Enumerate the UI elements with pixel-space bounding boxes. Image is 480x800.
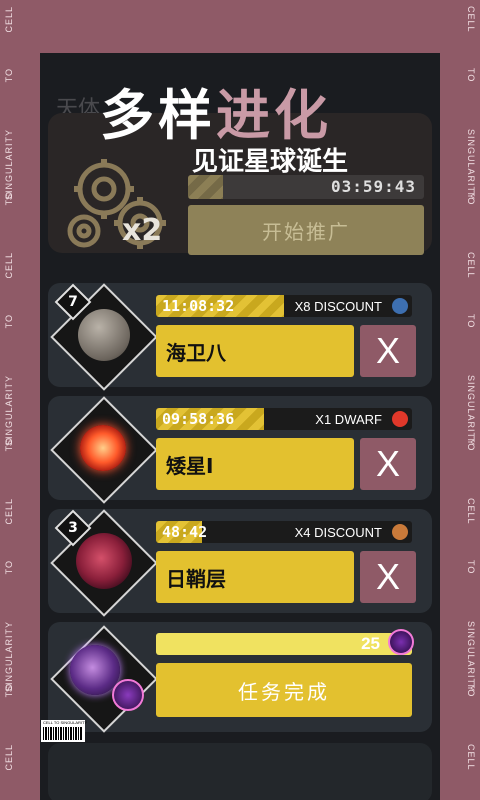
frame-word: CELL — [466, 744, 476, 771]
frame-word: TO — [466, 559, 476, 575]
top-timer-bar: 03:59:43 — [188, 175, 424, 199]
red-dwarf-icon — [80, 425, 126, 471]
frame-word: TO — [466, 313, 476, 329]
planet-dot-icon — [392, 411, 408, 427]
page-subtitle: 见证星球诞生 — [192, 147, 349, 177]
frame-word: TO — [466, 67, 476, 82]
frame-word: SINGULARITY — [4, 375, 14, 447]
frame-word: TO — [4, 190, 14, 205]
quest-name-button[interactable]: 海卫八 — [156, 325, 354, 377]
task-planet-icon — [388, 629, 414, 655]
purple-moon-icon — [112, 679, 144, 711]
frame-word: CELL — [466, 252, 476, 279]
frame-word: CELL — [4, 498, 14, 525]
frame-word: SINGULARITY — [466, 375, 476, 447]
task-count: 25 — [361, 634, 380, 653]
page-title: 多样进化 — [100, 71, 332, 150]
quest-name-button[interactable]: 日鞘层 — [156, 551, 354, 603]
frame-word: TO — [466, 682, 476, 698]
frame-word: SINGULARITY — [466, 129, 476, 201]
planet-dot-icon — [392, 298, 408, 314]
frame-word: CELL — [4, 6, 14, 33]
frame-left-text: CELL TO SINGULARITY TO CELL TO SINGULARITY TO CE… — [4, 0, 26, 800]
frame-word: TO — [4, 682, 14, 698]
task-complete-button[interactable]: 任务完成 — [156, 663, 412, 717]
frame-right-text: CELL TO SINGULARITY TO CELL TO SINGULARITY TO CE… — [454, 0, 476, 800]
dismiss-button[interactable]: X — [360, 438, 416, 490]
frame-word: SINGULARITY — [4, 129, 14, 201]
title-pink: 进化 — [216, 83, 332, 147]
quest-timer-text: 11:08:32 — [162, 297, 235, 315]
frame-word: TO — [4, 67, 14, 82]
frame-word: TO — [466, 436, 476, 452]
dismiss-button[interactable]: X — [360, 325, 416, 377]
top-timer-text: 03:59:43 — [330, 177, 416, 196]
frame-word: TO — [4, 313, 14, 329]
frame-word: TO — [4, 436, 14, 452]
quest-tag: X4 DISCOUNT — [294, 525, 382, 540]
frame-word: CELL — [4, 252, 14, 279]
quest-timer-bar: 09:58:36 X1 DWARF — [156, 408, 412, 430]
moon-planet-icon — [78, 309, 130, 361]
title-white: 多样 — [100, 83, 216, 147]
task-progress-bar: 25 — [156, 633, 412, 655]
frame-word: SINGULARITY — [466, 621, 476, 693]
quest-tag: X1 DWARF — [315, 412, 382, 427]
next-card-partial — [48, 743, 432, 800]
quest-tag: X8 DISCOUNT — [294, 299, 382, 314]
heliosheath-icon — [76, 533, 132, 589]
quest-timer-bar: 48:42 X4 DISCOUNT — [156, 521, 412, 543]
quest-name-button[interactable]: 矮星I — [156, 438, 354, 490]
game-screen: 天体 x2 多样进化 见证星球诞生 03:59:43 开始推广 7 11:08:… — [40, 53, 440, 800]
frame-word: TO — [4, 559, 14, 575]
quest-timer-text: 09:58:36 — [162, 410, 235, 428]
frame-word: SINGULARITY — [4, 621, 14, 693]
start-promotion-button[interactable]: 开始推广 — [188, 205, 424, 255]
barcode-icon: CELL TO SINGULARITY — [41, 720, 87, 742]
frame-word: TO — [466, 190, 476, 205]
quest-timer-bar: 11:08:32 X8 DISCOUNT — [156, 295, 412, 317]
quest-timer-text: 48:42 — [162, 523, 208, 541]
dismiss-button[interactable]: X — [360, 551, 416, 603]
planet-dot-icon — [392, 524, 408, 540]
multiplier-label: x2 — [122, 213, 163, 248]
frame-word: CELL — [4, 744, 14, 771]
frame-word: CELL — [466, 498, 476, 525]
frame-word: CELL — [466, 6, 476, 33]
top-timer-fill — [188, 175, 224, 199]
